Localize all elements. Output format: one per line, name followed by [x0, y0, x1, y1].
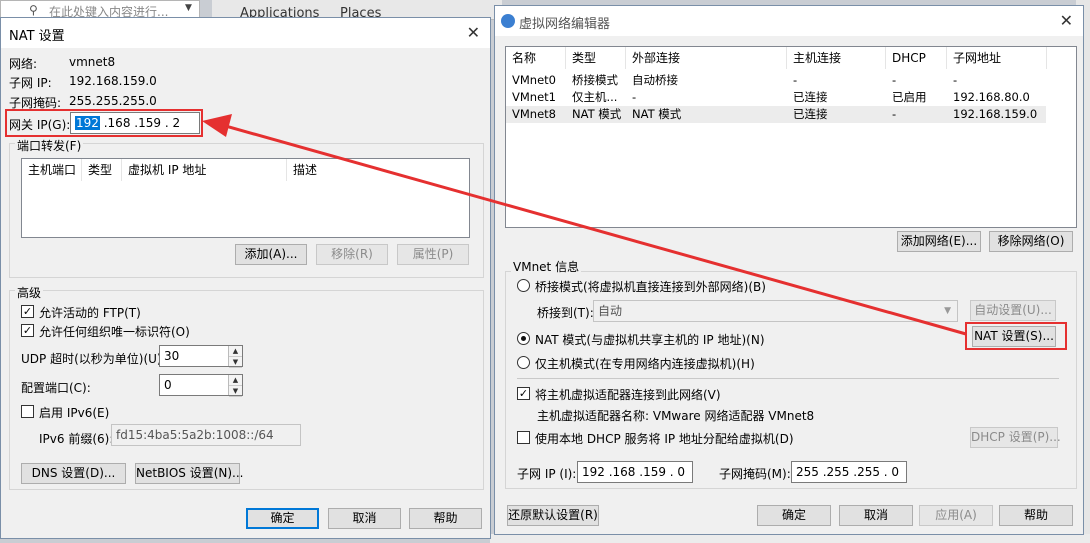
arrow-line	[221, 123, 967, 336]
annotation-arrow	[202, 114, 967, 336]
arrow-head	[202, 114, 232, 137]
